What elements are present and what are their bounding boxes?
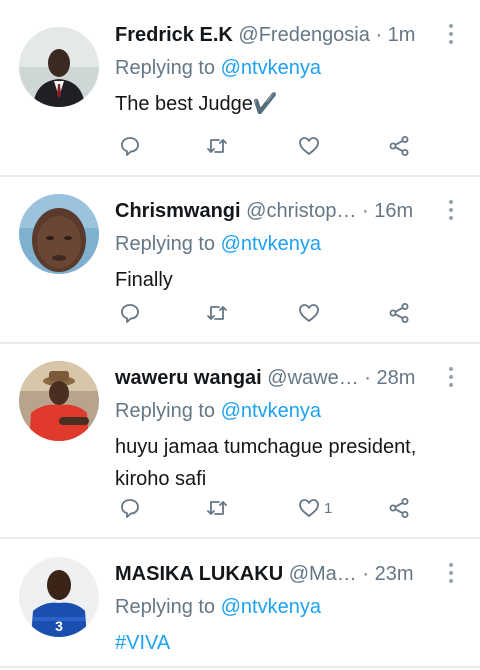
share-button[interactable] bbox=[387, 131, 411, 161]
more-options-icon[interactable] bbox=[448, 563, 454, 585]
tweet-item[interactable]: waweru wangai @wawe… · 28m Replying to @… bbox=[0, 343, 480, 537]
separator-dot: · bbox=[362, 200, 369, 222]
mention-link[interactable]: @ntvkenya bbox=[221, 233, 321, 255]
like-icon bbox=[299, 137, 319, 155]
like-button[interactable] bbox=[297, 131, 324, 161]
replying-to: Replying to @ntvkenya bbox=[115, 230, 321, 258]
avatar[interactable] bbox=[19, 27, 99, 107]
share-button[interactable] bbox=[387, 298, 411, 328]
share-icon bbox=[389, 136, 409, 156]
separator-dot: · bbox=[362, 563, 370, 585]
share-icon bbox=[389, 498, 409, 518]
user-handle[interactable]: @Ma… bbox=[289, 563, 357, 585]
reply-button[interactable] bbox=[118, 298, 142, 328]
tweet-text: huyu jamaa tumchague president, kiroho s… bbox=[115, 436, 417, 490]
tweet-actions bbox=[115, 131, 415, 161]
mention-link[interactable]: @ntvkenya bbox=[221, 596, 321, 618]
retweet-icon bbox=[207, 501, 227, 515]
tweet-text: The best Judge✔️ bbox=[115, 93, 278, 115]
like-button[interactable]: 1 bbox=[297, 493, 332, 523]
tweet-item[interactable]: 3 MASIKA LUKAKU @Ma… · 23m Replying to @… bbox=[0, 539, 480, 670]
tweet-header: waweru wangai @wawe… · 28m bbox=[115, 363, 460, 393]
display-name[interactable]: waweru wangai bbox=[115, 367, 262, 389]
separator-dot: · bbox=[375, 24, 383, 46]
separator-dot: · bbox=[364, 367, 371, 389]
reply-icon bbox=[121, 137, 139, 156]
avatar[interactable] bbox=[19, 194, 99, 274]
divider bbox=[0, 666, 480, 668]
reply-icon bbox=[121, 499, 139, 518]
reply-button[interactable] bbox=[118, 493, 142, 523]
mention-link[interactable]: @ntvkenya bbox=[221, 400, 321, 422]
user-handle[interactable]: @wawe… bbox=[267, 367, 358, 389]
display-name[interactable]: Chrismwangi bbox=[115, 200, 241, 222]
replying-to-label: Replying to bbox=[115, 57, 216, 79]
display-name[interactable]: MASIKA LUKAKU bbox=[115, 563, 283, 585]
replying-to: Replying to @ntvkenya bbox=[115, 54, 321, 82]
replying-to-label: Replying to bbox=[115, 400, 216, 422]
share-button[interactable] bbox=[387, 493, 411, 523]
retweet-button[interactable] bbox=[205, 298, 229, 328]
tweet-item[interactable]: Chrismwangi @christop… · 16m Replying to… bbox=[0, 176, 480, 343]
more-options-icon[interactable] bbox=[448, 200, 454, 222]
retweet-icon bbox=[207, 139, 227, 153]
timestamp[interactable]: 16m bbox=[374, 200, 413, 222]
mention-link[interactable]: @ntvkenya bbox=[221, 57, 321, 79]
user-handle[interactable]: @christop… bbox=[246, 200, 356, 222]
timestamp[interactable]: 1m bbox=[388, 24, 416, 46]
like-icon bbox=[299, 304, 319, 322]
timestamp[interactable]: 23m bbox=[375, 563, 414, 585]
like-count: 1 bbox=[324, 499, 333, 517]
retweet-button[interactable] bbox=[205, 131, 229, 161]
replying-to-label: Replying to bbox=[115, 596, 216, 618]
like-button[interactable] bbox=[297, 298, 324, 328]
share-icon bbox=[389, 303, 409, 323]
tweet-actions: 1 bbox=[115, 493, 415, 523]
reply-icon bbox=[121, 304, 139, 323]
tweet-header: Chrismwangi @christop… · 16m bbox=[115, 196, 460, 226]
avatar[interactable] bbox=[19, 361, 99, 441]
replying-to: Replying to @ntvkenya bbox=[115, 397, 321, 425]
svg-text:3: 3 bbox=[55, 618, 63, 634]
retweet-button[interactable] bbox=[205, 493, 229, 523]
reply-button[interactable] bbox=[118, 131, 142, 161]
timestamp[interactable]: 28m bbox=[377, 367, 416, 389]
hashtag-link[interactable]: #VIVA bbox=[115, 627, 460, 659]
display-name[interactable]: Fredrick E.K bbox=[115, 24, 233, 46]
like-icon bbox=[299, 499, 319, 517]
user-handle[interactable]: @Fredengosia bbox=[238, 24, 369, 46]
tweet-item[interactable]: Fredrick E.K @Fredengosia · 1m Replying … bbox=[0, 0, 480, 176]
retweet-icon bbox=[207, 306, 227, 320]
tweet-actions bbox=[115, 298, 415, 328]
tweet-header: MASIKA LUKAKU @Ma… · 23m bbox=[115, 559, 460, 589]
avatar[interactable]: 3 bbox=[19, 557, 99, 637]
tweet-header: Fredrick E.K @Fredengosia · 1m bbox=[115, 20, 460, 50]
more-options-icon[interactable] bbox=[448, 367, 454, 389]
more-options-icon[interactable] bbox=[448, 24, 454, 46]
replying-to: Replying to @ntvkenya bbox=[115, 593, 321, 621]
replying-to-label: Replying to bbox=[115, 233, 216, 255]
tweet-text: Finally bbox=[115, 269, 173, 291]
